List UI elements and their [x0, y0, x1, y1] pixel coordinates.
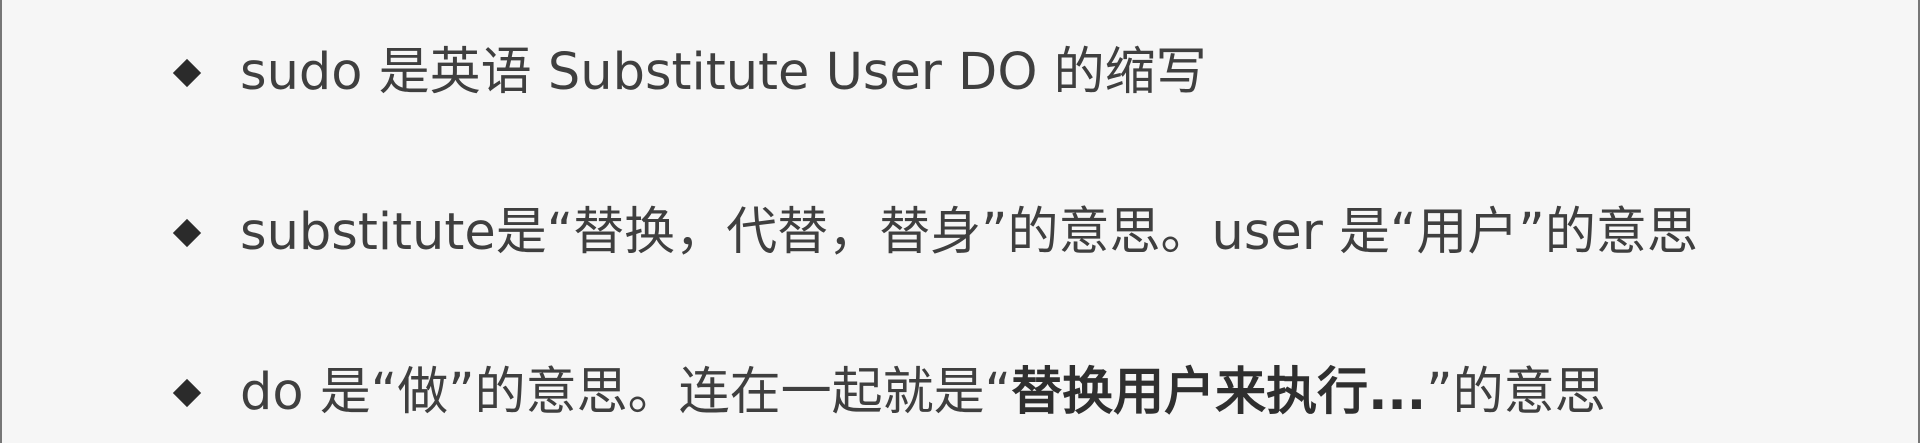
- bullet-text-prefix: do 是“做”的意思。连在一起就是“: [240, 363, 1012, 422]
- bullet-text-emphasis: 替换用户来执行...: [1011, 363, 1427, 422]
- bullet-item-substitute-meaning: substitute是“替换，代替，替身”的意思。user 是“用户”的意思: [2, 188, 1918, 278]
- slide: sudo 是英语 Substitute User DO 的缩写 substitu…: [0, 0, 1920, 443]
- bullet-text: sudo 是英语 Substitute User DO 的缩写: [240, 43, 1207, 102]
- diamond-bullet-icon: [172, 218, 202, 248]
- bullet-text: do 是“做”的意思。连在一起就是“替换用户来执行...”的意思: [240, 360, 1606, 426]
- diamond-bullet-icon: [172, 58, 202, 88]
- bullet-text-suffix: ”的意思: [1426, 363, 1606, 422]
- bullet-text: substitute是“替换，代替，替身”的意思。user 是“用户”的意思: [240, 203, 1698, 262]
- bullet-item-do-meaning: do 是“做”的意思。连在一起就是“替换用户来执行...”的意思: [2, 348, 1918, 438]
- bullet-list: sudo 是英语 Substitute User DO 的缩写 substitu…: [2, 0, 1918, 443]
- bullet-item-sudo-definition: sudo 是英语 Substitute User DO 的缩写: [2, 28, 1918, 118]
- diamond-bullet-icon: [172, 378, 202, 408]
